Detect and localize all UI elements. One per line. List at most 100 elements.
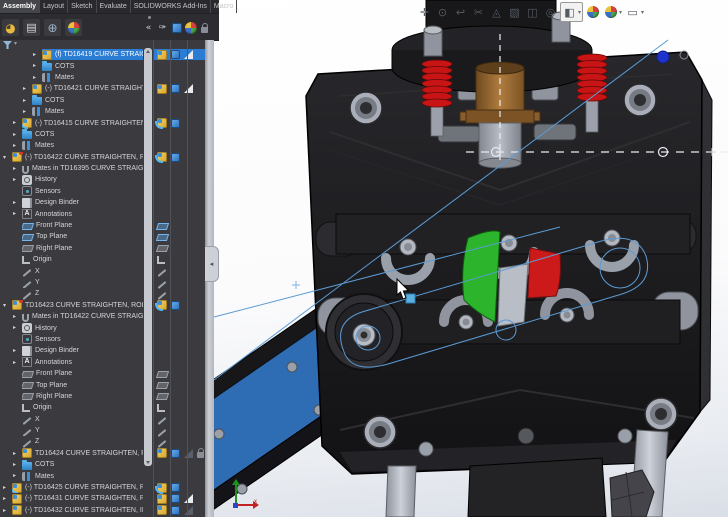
tree-item[interactable]: ▸ (-) TD16431 CURVE STRAIGHTEN, ROLLER bbox=[0, 493, 205, 504]
tree-item[interactable]: ▸ Annotations bbox=[0, 208, 205, 220]
expand-arrow-icon[interactable]: ▸ bbox=[33, 60, 41, 71]
tree-filter-row[interactable]: ▾ bbox=[0, 40, 205, 49]
tree-item[interactable]: ▸ Mates bbox=[0, 470, 205, 481]
expand-arrow-icon[interactable]: ▾ bbox=[3, 152, 11, 163]
expand-arrow-icon[interactable]: ▸ bbox=[13, 163, 21, 174]
sketch-point-handle[interactable] bbox=[405, 293, 416, 304]
tree-item[interactable]: ▸ (-) TD16432 CURVE STRAIGHTEN, INDICA bbox=[0, 505, 205, 516]
expand-arrow-icon[interactable]: ▸ bbox=[33, 49, 41, 60]
toolbar-drag-handle[interactable] bbox=[148, 16, 151, 19]
shaded-display-icon[interactable]: ◧ ▾ bbox=[560, 2, 584, 22]
tree-item[interactable]: Origin bbox=[0, 402, 205, 413]
appearance-icon[interactable] bbox=[65, 19, 82, 36]
edit-appearance-icon[interactable] bbox=[584, 3, 601, 21]
section-view-icon[interactable]: ✂ bbox=[470, 3, 487, 21]
tab-sketch[interactable]: Sketch bbox=[68, 0, 97, 13]
filter-caret-icon[interactable]: ▾ bbox=[14, 40, 17, 47]
insert-components-icon[interactable]: ▤ bbox=[23, 19, 40, 36]
expand-arrow-icon[interactable]: ▸ bbox=[13, 311, 21, 322]
display-style-icon[interactable]: ◫ bbox=[524, 3, 541, 21]
gray-wedge[interactable] bbox=[497, 263, 529, 327]
expand-arrow-icon[interactable]: ▸ bbox=[13, 322, 21, 333]
expand-arrow-icon[interactable]: ▸ bbox=[13, 459, 21, 470]
tab-evaluate[interactable]: Evaluate bbox=[97, 0, 131, 13]
expand-arrow-icon[interactable]: ▾ bbox=[3, 300, 11, 311]
tree-item[interactable]: ▸ COTS bbox=[0, 60, 205, 72]
tree-item[interactable]: X bbox=[0, 265, 205, 278]
tree-item[interactable]: Z bbox=[0, 288, 205, 300]
tree-item[interactable]: X bbox=[0, 414, 205, 426]
tree-item[interactable]: ▸ (-) TD16425 CURVE STRAIGHTEN, ROLLER bbox=[0, 482, 205, 494]
tab-solidworks-add-ins[interactable]: SOLIDWORKS Add-Ins bbox=[131, 0, 211, 13]
mate-icon[interactable]: ⊕ bbox=[44, 19, 61, 36]
tree-item[interactable]: ▸ COTS bbox=[0, 459, 205, 470]
edit-component-icon[interactable]: ◕ bbox=[2, 19, 19, 36]
tree-item[interactable]: Y bbox=[0, 277, 205, 289]
expand-arrow-icon[interactable]: ▸ bbox=[13, 197, 21, 208]
annotation-views-icon[interactable]: ◬ bbox=[488, 3, 505, 21]
lock-icon[interactable] bbox=[198, 21, 211, 34]
zoom-area-icon[interactable]: ⊙ bbox=[434, 3, 451, 21]
tree-item[interactable]: Top Plane bbox=[0, 379, 205, 390]
tree-item[interactable]: ▸ (f) TD16419 CURVE STRAIGHTEN bbox=[0, 49, 205, 61]
arm-pivot-disc[interactable] bbox=[325, 293, 403, 371]
expand-arrow-icon[interactable]: ▸ bbox=[13, 117, 21, 128]
tree-item[interactable]: ▸ Mates in TD16422 CURVE STRAIGHTE bbox=[0, 311, 205, 322]
tree-item[interactable]: ▸ (-) TD16421 CURVE STRAIGHTEN, CLA bbox=[0, 83, 205, 94]
collapse-items-icon[interactable]: « bbox=[142, 21, 155, 34]
expand-arrow-icon[interactable]: ▸ bbox=[13, 357, 21, 368]
tree-item[interactable]: ▸ History bbox=[0, 174, 205, 185]
tree-item[interactable]: ▸ COTS bbox=[0, 95, 205, 106]
apply-scene-icon[interactable]: ▾ bbox=[602, 3, 623, 21]
expand-arrow-icon[interactable]: ▸ bbox=[13, 174, 21, 185]
tab-macro[interactable]: Macro bbox=[211, 0, 238, 13]
tree-item[interactable]: Top Plane bbox=[0, 231, 205, 242]
tree-item[interactable]: Front Plane bbox=[0, 368, 205, 379]
dropdown-caret-icon[interactable]: ▾ bbox=[641, 9, 644, 16]
tree-item[interactable]: Y bbox=[0, 425, 205, 437]
tree-item[interactable]: ▸ TD16424 CURVE STRAIGHTEN, ROLLE bbox=[0, 447, 205, 459]
dropdown-caret-icon[interactable]: ▾ bbox=[619, 9, 622, 16]
expand-arrow-icon[interactable]: ▸ bbox=[3, 482, 11, 493]
expand-arrow-icon[interactable]: ▸ bbox=[13, 345, 21, 356]
expand-arrow-icon[interactable]: ▸ bbox=[23, 95, 31, 106]
hide-show-icon[interactable]: ◎ bbox=[542, 3, 559, 21]
expand-arrow-icon[interactable]: ▸ bbox=[3, 493, 11, 504]
tree-item[interactable]: Z bbox=[0, 436, 205, 448]
red-wedge[interactable] bbox=[527, 247, 561, 299]
tree-item[interactable]: ▾ TD16423 CURVE STRAIGHTEN, ROLLER TO bbox=[0, 299, 205, 312]
panel-collapse-handle[interactable]: ◂ bbox=[205, 246, 219, 282]
tree-item[interactable]: ▸ History bbox=[0, 322, 205, 334]
tree-item[interactable]: ▸ COTS bbox=[0, 129, 205, 140]
tree-item[interactable]: ▸ (-) TD16415 CURVE STRAIGHTEN, CLAMP bbox=[0, 117, 205, 130]
expand-arrow-icon[interactable]: ▸ bbox=[23, 106, 31, 117]
tree-item[interactable]: ▸ Annotations bbox=[0, 357, 205, 368]
color-swatch-icon[interactable] bbox=[184, 21, 197, 34]
tree-item[interactable]: ▸ Design Binder bbox=[0, 197, 205, 208]
feature-manager-tree[interactable]: ▾ ▸ (f) TD16419 CURVE STRAIGHTEN ▸ COTS ▸ Mat… bbox=[0, 40, 205, 517]
view-orientation-icon[interactable]: ▧ bbox=[506, 3, 523, 21]
expand-arrow-icon[interactable]: ▸ bbox=[23, 83, 31, 94]
tree-scrollbar[interactable] bbox=[144, 48, 152, 466]
sketch-endpoint-dot[interactable] bbox=[656, 50, 670, 64]
view-settings-icon[interactable]: ▭ ▾ bbox=[624, 3, 645, 21]
expand-arrow-icon[interactable]: ▸ bbox=[13, 448, 21, 459]
tree-item[interactable]: Right Plane bbox=[0, 391, 205, 402]
expand-arrow-icon[interactable]: ▸ bbox=[13, 129, 21, 140]
zoom-fit-icon[interactable]: ✛ bbox=[416, 3, 433, 21]
expand-arrow-icon[interactable]: ▸ bbox=[13, 140, 21, 151]
dropdown-caret-icon[interactable]: ▾ bbox=[578, 9, 581, 16]
heads-up-view-toolbar[interactable]: ✛ ⊙ ↩ ✂ ◬ ▧ ◫ ◎ ◧ ▾ ▾ ▭ ▾ bbox=[416, 2, 645, 22]
tab-layout[interactable]: Layout bbox=[40, 0, 69, 13]
previous-view-icon[interactable]: ↩ bbox=[452, 3, 469, 21]
tree-item[interactable]: ▸ Mates bbox=[0, 106, 205, 117]
tree-item[interactable]: ▸ Mates in TD16395 CURVE STRAIGHTEN, R bbox=[0, 163, 205, 174]
expand-arrow-icon[interactable]: ▸ bbox=[3, 505, 11, 516]
tree-item[interactable]: ▸ Mates bbox=[0, 72, 205, 83]
tree-item[interactable]: ▸ Mates bbox=[0, 140, 205, 151]
tree-item[interactable]: Sensors bbox=[0, 334, 205, 345]
expand-arrow-icon[interactable]: ▸ bbox=[13, 208, 21, 219]
tree-item[interactable]: ▾ (-) TD16422 CURVE STRAIGHTEN, ROLLER TO bbox=[0, 151, 205, 164]
tree-item[interactable]: Front Plane bbox=[0, 220, 205, 231]
display-pane-icon[interactable] bbox=[170, 21, 183, 34]
